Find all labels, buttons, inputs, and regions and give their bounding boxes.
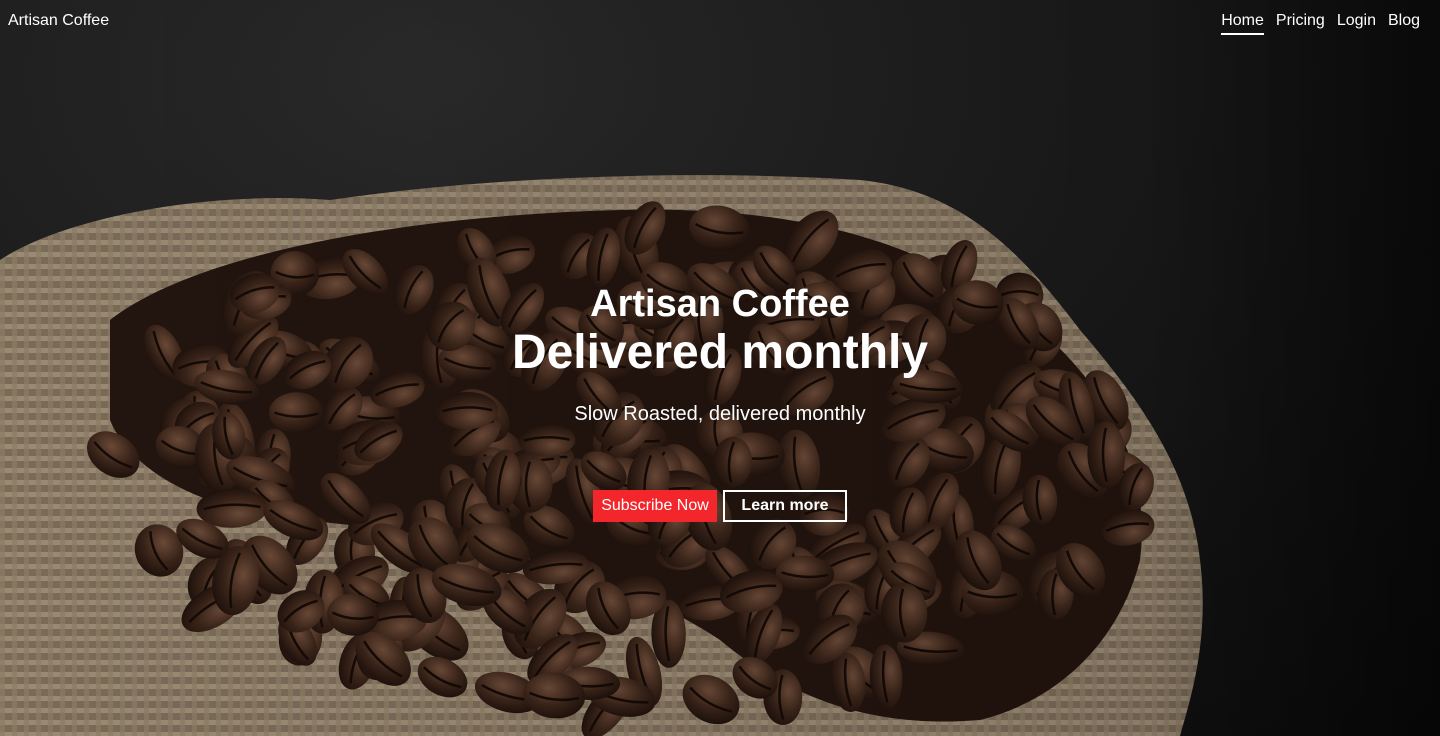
nav-links: Home Pricing Login Blog [1221,12,1420,35]
learn-more-button[interactable]: Learn more [723,490,847,522]
hero-title-line2: Delivered monthly [511,326,929,379]
nav-link-pricing[interactable]: Pricing [1276,12,1325,35]
subscribe-now-button[interactable]: Subscribe Now [593,490,717,522]
hero-subtitle: Slow Roasted, delivered monthly [574,403,866,425]
hero-content: Artisan Coffee Delivered monthly Slow Ro… [0,282,1440,426]
nav-link-blog[interactable]: Blog [1388,12,1420,35]
hero-title-line1: Artisan Coffee [590,283,850,325]
nav-link-login[interactable]: Login [1337,12,1376,35]
brand-logo-link[interactable]: Artisan Coffee [8,12,109,30]
hero-section: Artisan Coffee Home Pricing Login Blog A… [0,0,1440,736]
nav-link-home[interactable]: Home [1221,12,1264,35]
hero-cta-group: Subscribe Now Learn more [0,490,1440,522]
top-navbar: Artisan Coffee Home Pricing Login Blog [0,0,1440,44]
